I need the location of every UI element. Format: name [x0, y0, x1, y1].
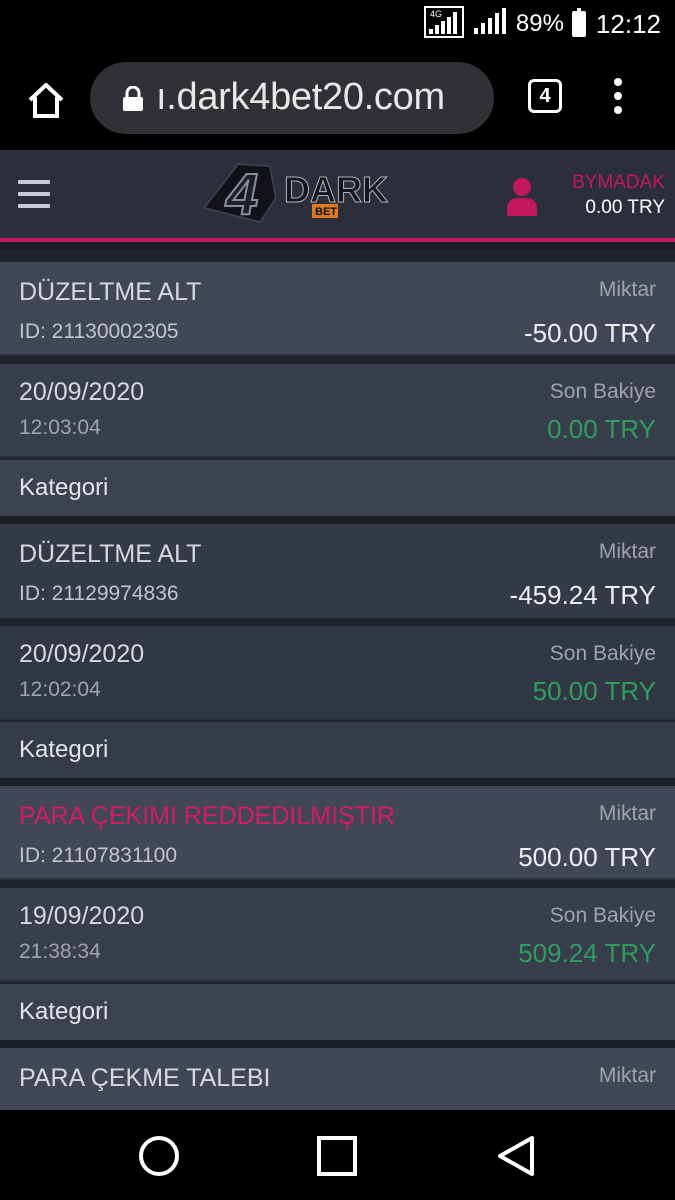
nav-home-icon[interactable]: [138, 1135, 180, 1182]
transaction-header[interactable]: DÜZELTME ALT ID: 21129974836 Miktar -459…: [0, 524, 675, 618]
amount-label: Miktar: [598, 540, 656, 563]
transaction-time: 12:02:04: [19, 678, 101, 701]
balance-label: Son Bakiye: [549, 642, 656, 665]
category-row[interactable]: Kategori: [0, 984, 675, 1040]
lock-icon: [122, 85, 144, 112]
category-label: Kategori: [19, 474, 109, 501]
nav-recents-icon[interactable]: [316, 1135, 358, 1182]
transaction-detail: 20/09/2020 12:03:04 Son Bakiye 0.00 TRY: [0, 364, 675, 458]
last-balance: 0.00 TRY: [547, 414, 656, 444]
signal-icon: [472, 7, 508, 41]
transaction-date: 20/09/2020: [19, 640, 145, 668]
transaction-time: 12:03:04: [19, 416, 101, 439]
transaction-amount: -459.24 TRY: [509, 580, 656, 610]
balance-label: Son Bakiye: [549, 904, 656, 927]
category-row[interactable]: Kategori: [0, 460, 675, 516]
last-balance: 50.00 TRY: [532, 676, 656, 706]
nav-back-icon[interactable]: [496, 1134, 536, 1183]
signal-4g-icon: 4G: [423, 5, 464, 43]
transaction-title: PARA ÇEKME TALEBI: [19, 1064, 271, 1092]
svg-text:4G: 4G: [430, 9, 442, 19]
system-nav-bar: [0, 1110, 675, 1200]
battery-percent: 89%: [515, 10, 564, 37]
category-label: Kategori: [19, 736, 109, 763]
transaction-time: 21:38:34: [19, 940, 101, 963]
tab-switcher-button[interactable]: 4: [528, 79, 562, 113]
transaction-id: ID: 21107831100: [19, 844, 178, 867]
transaction-header[interactable]: DÜZELTME ALT ID: 21130002305 Miktar -50.…: [0, 262, 675, 356]
site-header: 4 DARK BET BYMADAK 0.00 TRY: [0, 150, 675, 242]
overflow-menu-icon[interactable]: [606, 78, 630, 120]
url-text: ı.dark4bet20.com: [156, 76, 445, 118]
divider: [0, 242, 675, 250]
home-icon[interactable]: [24, 78, 68, 122]
svg-text:4: 4: [225, 162, 258, 227]
hamburger-menu-icon[interactable]: [18, 180, 50, 210]
transaction-detail: 20/09/2020 12:02:04 Son Bakiye 50.00 TRY: [0, 626, 675, 720]
amount-label: Miktar: [598, 1064, 656, 1087]
divider: [0, 516, 675, 524]
username: BYMADAK: [572, 172, 665, 193]
browser-toolbar: ı.dark4bet20.com 4: [0, 48, 675, 150]
transaction-title: DÜZELTME ALT: [19, 278, 202, 306]
transaction-amount: -50.00 TRY: [523, 318, 656, 348]
svg-text:BET: BET: [315, 206, 337, 218]
transaction-header[interactable]: PARA ÇEKIMI REDDEDILMIŞTIR ID: 211078311…: [0, 786, 675, 880]
amount-label: Miktar: [598, 802, 656, 825]
transaction-detail: 19/09/2020 21:38:34 Son Bakiye 509.24 TR…: [0, 888, 675, 982]
user-account[interactable]: BYMADAK 0.00 TRY: [505, 172, 665, 222]
transaction-list: DÜZELTME ALT ID: 21130002305 Miktar -50.…: [0, 242, 675, 1110]
user-balance: 0.00 TRY: [585, 197, 665, 218]
battery-icon: [571, 8, 586, 37]
status-bar: 4G 89% 12:12: [0, 0, 675, 48]
transaction-date: 20/09/2020: [19, 378, 145, 406]
transaction-id: ID: 21129974836: [19, 582, 179, 605]
amount-label: Miktar: [598, 278, 656, 301]
transaction-date: 19/09/2020: [19, 902, 145, 930]
divider: [0, 778, 675, 786]
divider: [0, 1040, 675, 1048]
category-label: Kategori: [19, 998, 109, 1025]
last-balance: 509.24 TRY: [518, 938, 656, 968]
status-icons: 4G 89% 12:12: [423, 5, 661, 43]
category-row[interactable]: Kategori: [0, 722, 675, 778]
transaction-header[interactable]: PARA ÇEKME TALEBI Miktar: [0, 1048, 675, 1110]
svg-text:DARK: DARK: [284, 169, 388, 210]
transaction-title: DÜZELTME ALT: [19, 540, 202, 568]
transaction-title: PARA ÇEKIMI REDDEDILMIŞTIR: [19, 802, 395, 830]
site-logo[interactable]: 4 DARK BET: [198, 158, 390, 228]
balance-label: Son Bakiye: [549, 380, 656, 403]
transaction-amount: 500.00 TRY: [518, 842, 656, 872]
user-avatar-icon: [505, 176, 539, 216]
address-bar[interactable]: ı.dark4bet20.com: [90, 62, 494, 134]
transaction-id: ID: 21130002305: [19, 320, 179, 343]
clock: 12:12: [595, 8, 661, 39]
